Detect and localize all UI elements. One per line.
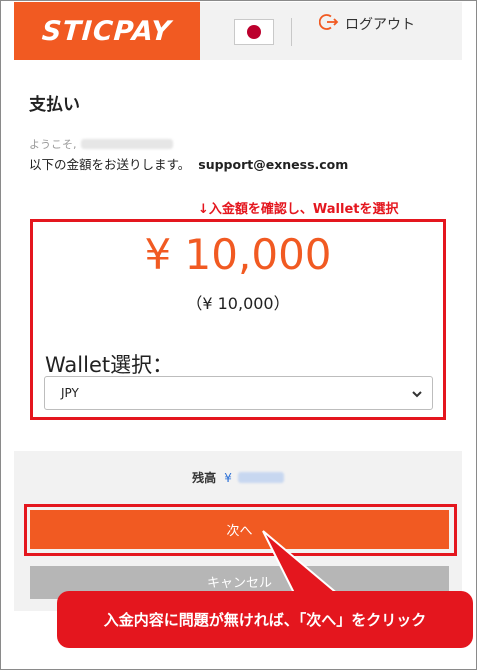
callout-pointer	[262, 530, 342, 596]
page-frame: STICPAY ログアウト 支払い ようこそ, 以下の金額をお送りします。 sup…	[0, 0, 477, 670]
annotation-callout: 入金内容に問題が無ければ、「次へ」をクリック	[57, 591, 473, 648]
